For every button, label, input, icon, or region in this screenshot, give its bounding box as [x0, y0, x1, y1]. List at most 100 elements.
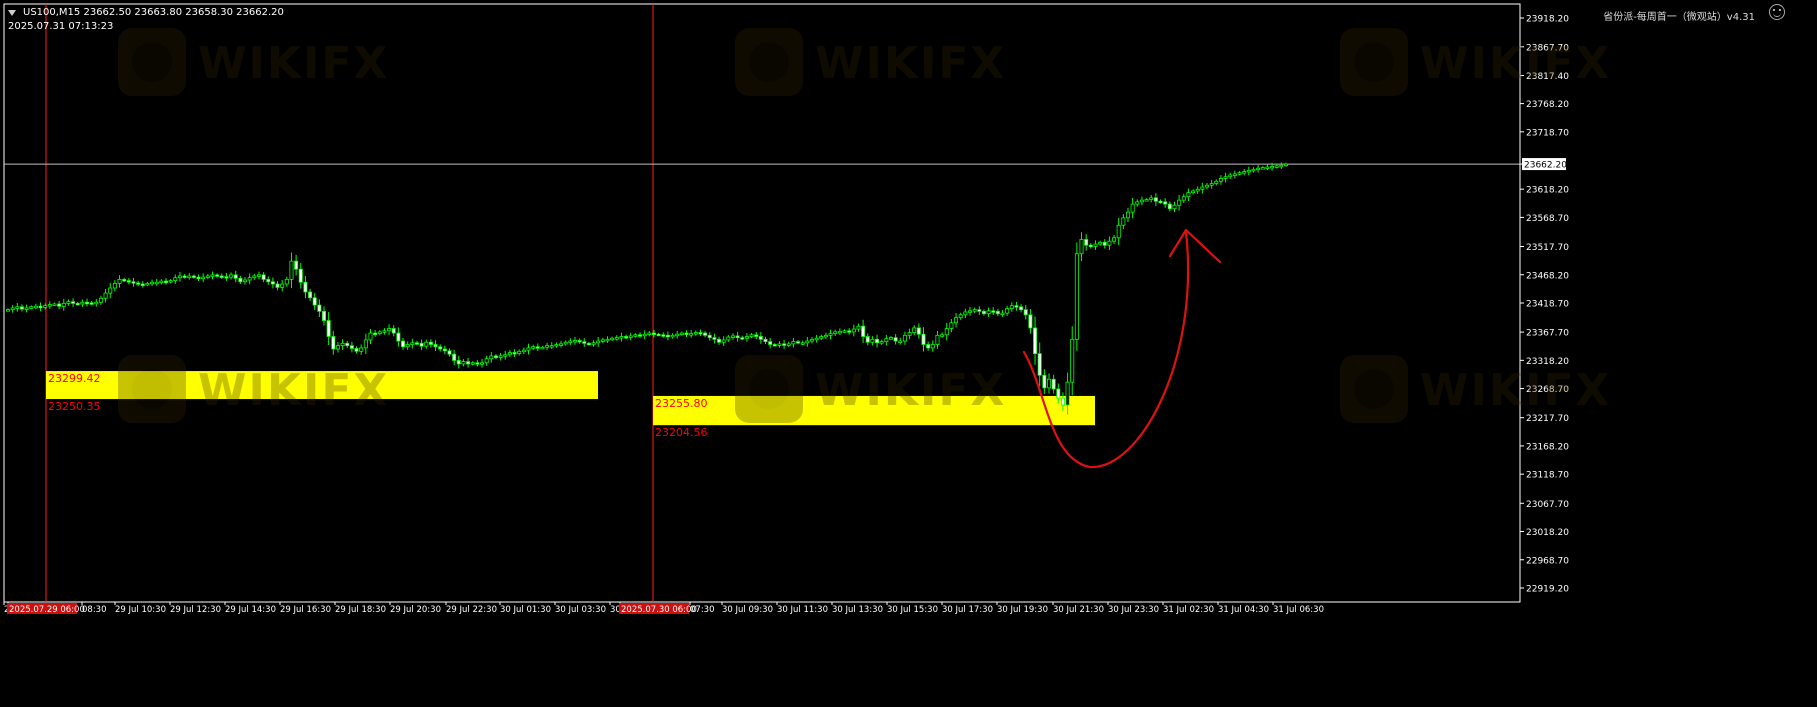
- time-axis-label: 30 Jul 21:30: [1053, 605, 1104, 615]
- candle-body: [921, 333, 926, 345]
- candle-body: [1223, 176, 1228, 179]
- time-axis-label: 31 Jul 02:30: [1163, 605, 1214, 615]
- candle-body: [57, 303, 62, 307]
- candle-body: [614, 337, 619, 340]
- candle-body: [967, 310, 972, 313]
- time-axis-label: 29 Jul 14:30: [225, 605, 276, 615]
- candle-body: [1000, 312, 1005, 315]
- candle-body: [1084, 239, 1089, 246]
- candle-body: [535, 346, 540, 349]
- candle-body: [252, 275, 257, 279]
- candle-body: [758, 336, 763, 340]
- candle-body: [405, 344, 410, 348]
- candle-body: [1060, 397, 1065, 406]
- candle-body: [526, 347, 531, 351]
- candle-body: [201, 276, 206, 280]
- candle-body: [345, 342, 350, 347]
- candle-body: [1172, 204, 1177, 210]
- zone-top-label: 23255.80: [655, 397, 708, 410]
- candle-body: [986, 310, 991, 315]
- candle-body: [233, 274, 238, 279]
- candle-body: [628, 335, 633, 338]
- candle-body: [71, 301, 76, 304]
- candle-body: [540, 346, 545, 350]
- candle-body: [1116, 224, 1121, 239]
- candle-body: [391, 328, 396, 334]
- candle-body: [1112, 237, 1117, 242]
- candle-body: [1009, 305, 1014, 309]
- candle-body: [266, 279, 271, 283]
- candle-body: [1056, 388, 1061, 399]
- candle-body: [554, 344, 559, 347]
- chart-window[interactable]: 23299.42 23250.35 23255.80 23204.56 23918.20…: [0, 0, 1817, 707]
- candle-body: [833, 331, 838, 335]
- price-axis-label: 23067.70: [1526, 500, 1569, 510]
- candle-body: [401, 340, 406, 348]
- candle-body: [972, 309, 977, 312]
- candle-body: [1153, 197, 1158, 202]
- candle-body: [1265, 166, 1270, 169]
- candle-body: [1046, 378, 1051, 389]
- candle-body: [717, 338, 722, 343]
- candle-body: [359, 347, 364, 352]
- candle-body: [707, 334, 712, 339]
- candle-body: [568, 340, 573, 343]
- candle-body: [126, 280, 131, 283]
- candle-body: [1232, 173, 1237, 176]
- candle-body: [29, 306, 34, 309]
- collapse-triangle-icon[interactable]: [8, 10, 16, 16]
- candle-body: [354, 348, 359, 352]
- price-axis-label: 23367.70: [1526, 329, 1569, 339]
- candle-body: [108, 287, 113, 294]
- indicator-label: 省份派-每周首一（微观站）v4.31: [1603, 12, 1755, 23]
- candle-body: [1139, 199, 1144, 203]
- candle-body: [433, 344, 438, 348]
- candle-body: [312, 297, 317, 306]
- price-axis-label: 23217.70: [1526, 414, 1569, 424]
- candle-body: [605, 338, 610, 342]
- candle-body: [1228, 174, 1233, 178]
- candle-body: [85, 301, 90, 305]
- candle-body: [754, 334, 759, 337]
- candle-body: [814, 337, 819, 341]
- supply-demand-zone[interactable]: [653, 395, 1095, 426]
- candle-body: [1214, 180, 1219, 184]
- supply-demand-zone[interactable]: [46, 371, 598, 400]
- candle-body: [80, 301, 85, 305]
- candle-body: [512, 352, 517, 355]
- candle-body: [679, 332, 684, 335]
- candle-body: [675, 333, 680, 337]
- candle-body: [1242, 171, 1247, 174]
- candle-body: [763, 338, 768, 343]
- candle-body: [219, 275, 224, 278]
- candle-body: [191, 275, 196, 278]
- candle-body: [210, 274, 215, 277]
- price-chart[interactable]: 23299.42 23250.35 23255.80 23204.56 23918.20…: [0, 0, 1817, 707]
- candle-body: [991, 310, 996, 313]
- candle-body: [633, 334, 638, 337]
- price-axis-label: 23918.20: [1526, 15, 1569, 25]
- candle-body: [94, 301, 99, 305]
- candle-body: [977, 309, 982, 312]
- candle-body: [861, 325, 866, 337]
- candle-body: [1167, 203, 1172, 210]
- candle-body: [1102, 241, 1107, 246]
- price-axis-label: 23418.70: [1526, 300, 1569, 310]
- candle-body: [805, 340, 810, 344]
- candle-body: [638, 334, 643, 337]
- candle-body: [916, 327, 921, 335]
- candle-body: [1284, 163, 1289, 167]
- candle-body: [484, 358, 489, 364]
- candle-body: [489, 355, 494, 360]
- candle-body: [373, 332, 378, 335]
- candle-body: [907, 332, 912, 336]
- candle-body: [856, 325, 861, 330]
- candle-body: [1005, 308, 1010, 314]
- time-axis-label: 30 Jul 15:30: [887, 605, 938, 615]
- price-axis-label: 23468.20: [1526, 271, 1569, 281]
- candle-body: [1251, 168, 1256, 172]
- candle-body: [447, 350, 452, 355]
- candle-body: [735, 335, 740, 339]
- time-axis-label: 30 Jul 19:30: [997, 605, 1048, 615]
- candle-body: [600, 339, 605, 342]
